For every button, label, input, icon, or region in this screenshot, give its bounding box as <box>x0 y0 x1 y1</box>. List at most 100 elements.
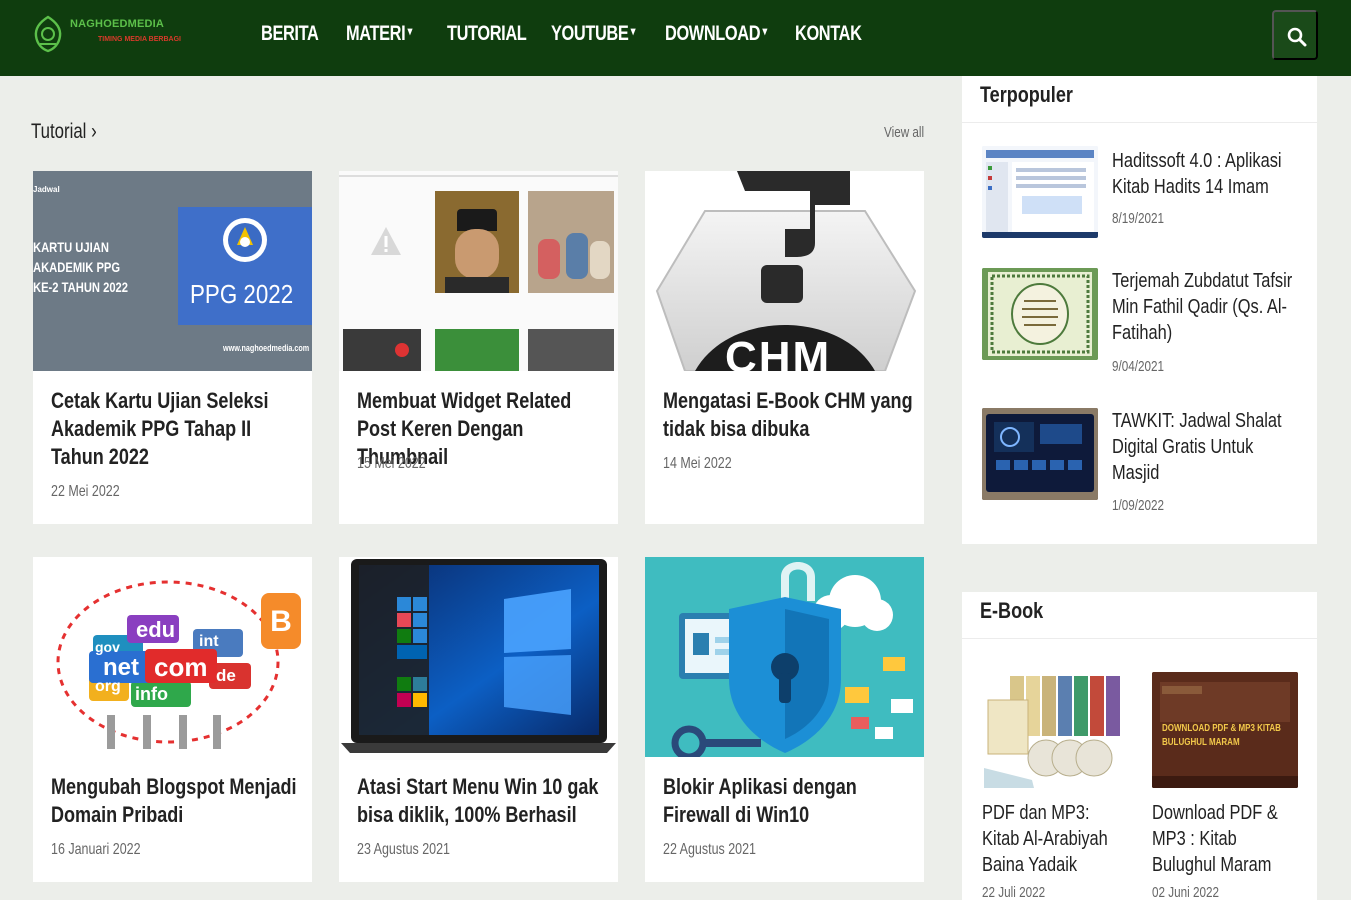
post-date: 23 Agustus 2021 <box>357 841 450 858</box>
post-thumbnail[interactable] <box>645 557 924 757</box>
thumb-word: edu <box>136 617 176 642</box>
ebook-date: 02 Juni 2022 <box>1152 884 1220 900</box>
firewall-shield-illustration <box>671 562 913 757</box>
ebook-date: 22 Juli 2022 <box>982 884 1046 900</box>
popular-thumbnail[interactable] <box>982 408 1098 500</box>
widget-divider <box>962 638 1317 639</box>
post-title[interactable]: Atasi Start Menu Win 10 gak bisa diklik,… <box>357 773 611 829</box>
post-date: 16 Januari 2022 <box>51 841 141 858</box>
chevron-down-icon: ▾ <box>762 24 767 38</box>
widget-divider <box>962 122 1317 123</box>
thumb-credit: www.naghoedmedia.com <box>223 343 310 353</box>
popular-post-date: 1/09/2022 <box>1112 497 1165 514</box>
chm-label: CHM <box>725 333 832 371</box>
logo-emblem-icon <box>34 15 62 53</box>
post-title[interactable]: Blokir Aplikasi dengan Firewall di Win10 <box>663 773 917 829</box>
popular-post-title[interactable]: Terjemah Zubdatut Tafsir Min Fathil Qadi… <box>1112 268 1301 346</box>
post-card[interactable]: B edu net com info gov int de org Mengub… <box>33 557 312 882</box>
chevron-down-icon: ▾ <box>407 24 413 38</box>
post-title[interactable]: Mengubah Blogspot Menjadi Domain Pribadi <box>51 773 305 829</box>
ebook-title[interactable]: PDF dan MP3: Kitab Al-Arabiyah Baina Yad… <box>982 800 1130 878</box>
post-thumbnail[interactable]: B edu net com info gov int de org <box>33 557 312 757</box>
books-cds-thumb <box>982 672 1128 788</box>
ppg-badge-panel: PPG 2022 <box>178 207 312 325</box>
chevron-down-icon: ▾ <box>630 24 636 38</box>
thumb-header-rule <box>339 175 618 177</box>
nav-item-youtube[interactable]: YOUTUBE ▾ <box>551 22 635 46</box>
nav-label: YOUTUBE <box>551 22 629 45</box>
nav-label: MATERI <box>346 22 406 45</box>
thumb-word: com <box>154 652 208 682</box>
widget-title: Terpopuler <box>980 82 1073 107</box>
post-date: 14 Mei 2022 <box>663 455 732 472</box>
popular-post-title[interactable]: TAWKIT: Jadwal Shalat Digital Gratis Unt… <box>1112 408 1301 486</box>
post-date: 22 Agustus 2021 <box>663 841 756 858</box>
ebook-thumb-caption: DOWNLOAD PDF & MP3 KITAB BULUGHUL MARAM <box>1162 723 1281 748</box>
post-thumbnail[interactable]: CHM <box>645 171 924 371</box>
thumb-word: de <box>216 666 236 685</box>
thumb-word: org <box>95 678 121 695</box>
thumb-mini-3 <box>528 329 614 371</box>
thumb-line: KARTU UJIAN <box>33 239 109 255</box>
popular-post-date: 8/19/2021 <box>1112 210 1165 227</box>
post-thumbnail[interactable] <box>339 171 618 371</box>
thumb-photo-group <box>528 191 614 293</box>
thumb-photo-portrait <box>435 191 519 293</box>
thumb-word: info <box>135 684 168 704</box>
software-screenshot-thumb <box>982 146 1098 238</box>
svg-text:B: B <box>270 605 292 638</box>
search-icon <box>1287 27 1307 47</box>
widget-title: E-Book <box>980 598 1044 623</box>
thumb-word: gov <box>95 639 120 655</box>
ebook-thumbnail[interactable]: DOWNLOAD PDF & MP3 KITAB BULUGHUL MARAM <box>1152 672 1298 788</box>
nav-item-tutorial[interactable]: TUTORIAL <box>447 22 527 46</box>
popular-post-date: 9/04/2021 <box>1112 358 1165 375</box>
thumb-caption: KARTU UJIAN AKADEMIK PPG KE-2 TAHUN 2022 <box>33 237 128 297</box>
post-title[interactable]: Cetak Kartu Ujian Seleksi Akademik PPG T… <box>51 387 305 471</box>
thumb-tag: Jadwal <box>33 185 60 194</box>
post-thumbnail[interactable]: Jadwal KARTU UJIAN AKADEMIK PPG KE-2 TAH… <box>33 171 312 371</box>
top-navbar: NAGHOEDMEDIA TIMING MEDIA BERBAGI BERITA… <box>0 0 1351 76</box>
site-logo[interactable]: NAGHOEDMEDIA TIMING MEDIA BERBAGI <box>30 12 230 56</box>
logo-subtitle: TIMING MEDIA BERBAGI <box>98 36 181 43</box>
post-title[interactable]: Mengatasi E-Book CHM yang tidak bisa dib… <box>663 387 917 443</box>
nav-label: TUTORIAL <box>447 22 527 45</box>
post-card[interactable]: Atasi Start Menu Win 10 gak bisa diklik,… <box>339 557 618 882</box>
popular-thumbnail[interactable] <box>982 268 1098 360</box>
nav-label: KONTAK <box>795 22 862 45</box>
nav-item-kontak[interactable]: KONTAK <box>795 22 862 46</box>
post-date: 22 Mei 2022 <box>51 483 120 500</box>
logo-title: NAGHOEDMEDIA <box>70 18 165 30</box>
thumb-line: KE-2 TAHUN 2022 <box>33 279 129 295</box>
section-title-tutorial[interactable]: Tutorial › <box>31 120 97 144</box>
nav-label: DOWNLOAD <box>665 22 761 45</box>
nav-label: BERITA <box>261 22 319 45</box>
warning-icon <box>371 227 401 255</box>
popular-post-title[interactable]: Haditssoft 4.0 : Aplikasi Kitab Hadits 1… <box>1112 148 1301 200</box>
nav-item-berita[interactable]: BERITA <box>261 22 319 46</box>
ppg-badge-text: PPG 2022 <box>190 279 294 309</box>
post-date: 15 Mei 2022 <box>357 455 426 472</box>
thumb-mini-2 <box>435 329 519 371</box>
search-button[interactable] <box>1272 10 1318 60</box>
popular-posts-widget: Terpopuler Haditssoft 4.0 : Aplikasi Kit… <box>962 76 1317 544</box>
thumb-mini-1 <box>343 329 421 371</box>
post-card[interactable]: Jadwal KARTU UJIAN AKADEMIK PPG KE-2 TAH… <box>33 171 312 524</box>
nav-item-download[interactable]: DOWNLOAD ▾ <box>665 22 767 46</box>
windows-laptop-illustration <box>341 559 616 753</box>
view-all-link[interactable]: View all <box>884 124 924 141</box>
post-card[interactable]: Blokir Aplikasi dengan Firewall di Win10… <box>645 557 924 882</box>
post-thumbnail[interactable] <box>339 557 618 757</box>
post-card[interactable]: CHM Mengatasi E-Book CHM yang tidak bisa… <box>645 171 924 524</box>
tut-wuri-logo-icon <box>223 218 267 262</box>
popular-thumbnail[interactable] <box>982 146 1098 238</box>
thumb-line: AKADEMIK PPG <box>33 259 121 275</box>
ebook-title[interactable]: Download PDF & MP3 : Kitab Bulughul Mara… <box>1152 800 1300 878</box>
thumb-word: int <box>199 633 219 650</box>
ebook-widget: E-Book PDF dan MP3: Kitab Al-Arabiyah Ba… <box>962 592 1317 900</box>
quran-page-thumb <box>982 268 1098 360</box>
nav-item-materi[interactable]: MATERI ▾ <box>346 22 412 46</box>
ebook-thumbnail[interactable] <box>982 672 1128 788</box>
prayer-clock-thumb <box>982 408 1098 500</box>
post-card[interactable]: Membuat Widget Related Post Keren Dengan… <box>339 171 618 524</box>
